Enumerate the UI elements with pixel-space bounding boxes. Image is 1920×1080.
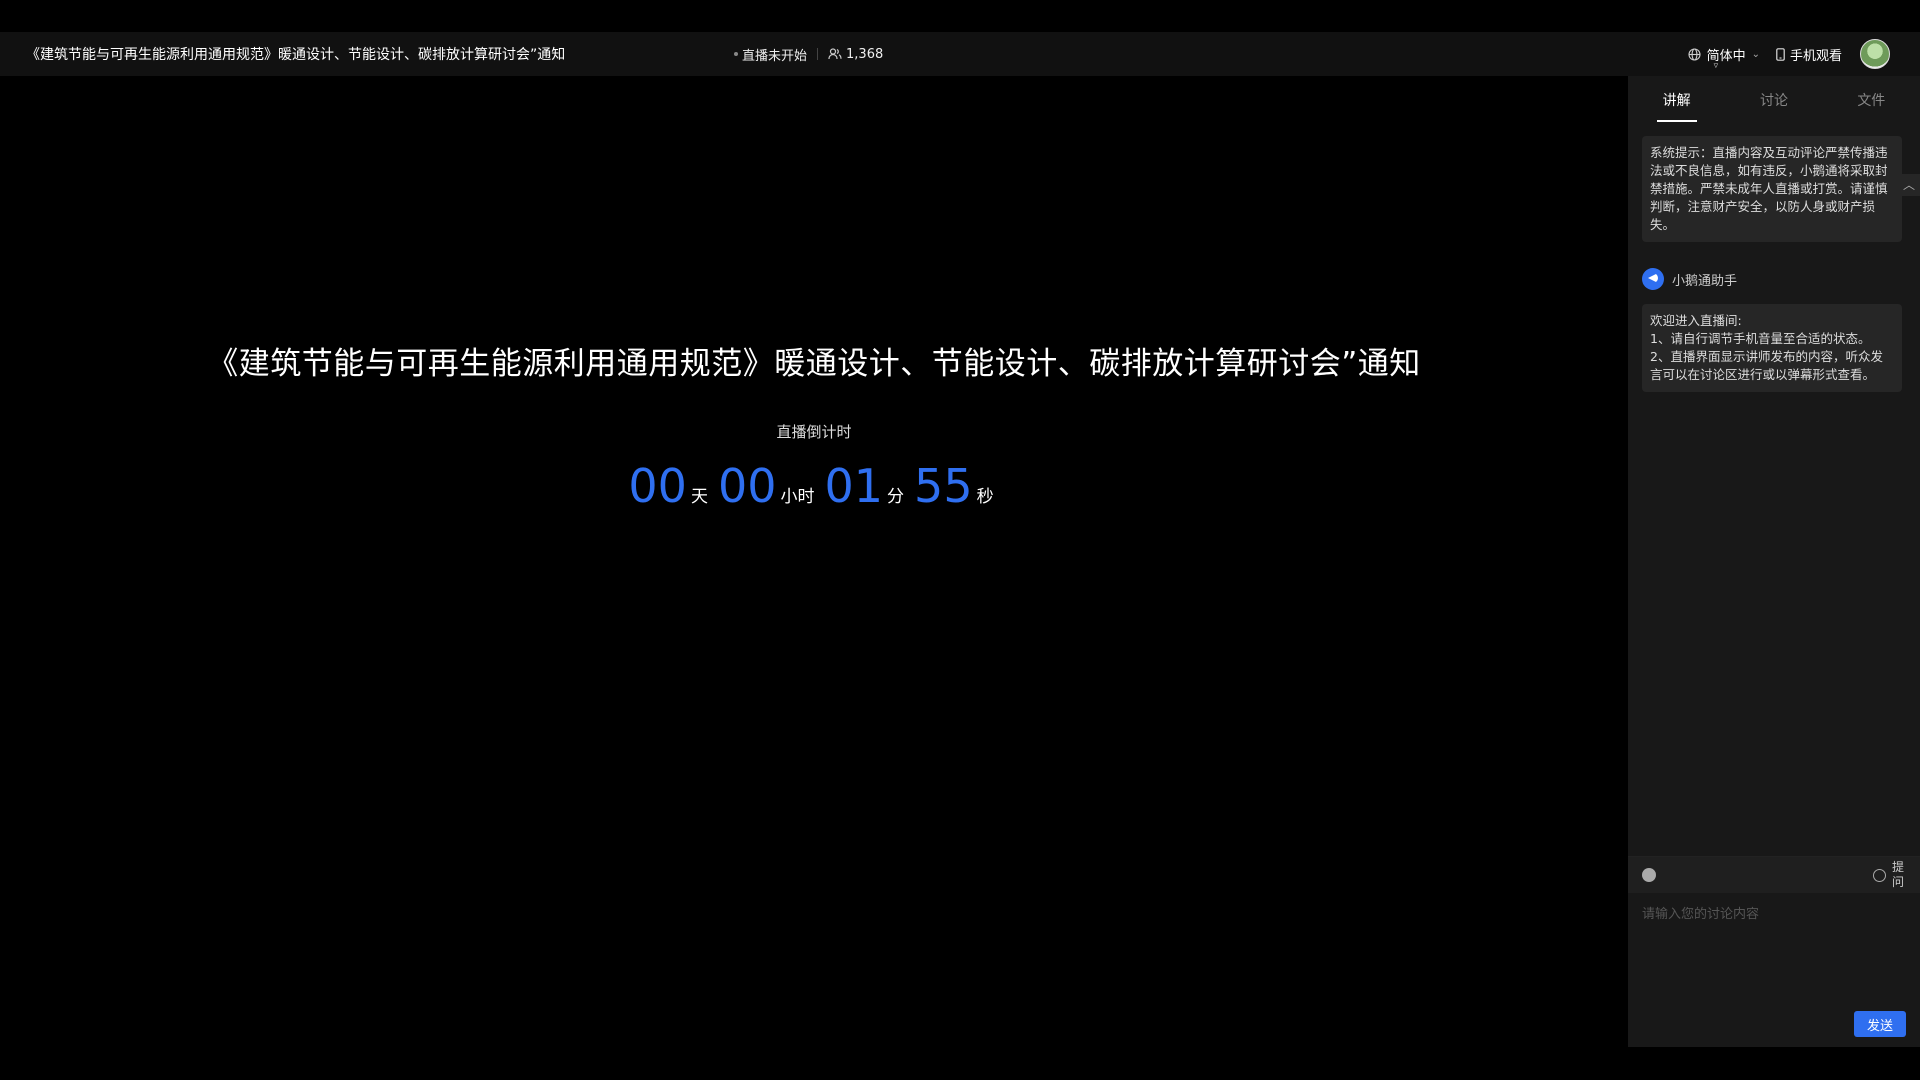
language-label: 简体中 xyxy=(1706,48,1746,64)
page-title: 《建筑节能与可再生能源利用通用规范》暖通设计、节能设计、碳排放计算研讨会”通知 xyxy=(207,346,1421,382)
system-notice: 系统提示：直播内容及互动评论严禁传播违法或不良信息，如有违反，小鹅通将采取封禁措… xyxy=(1642,136,1920,242)
countdown-minutes: 01 xyxy=(824,459,884,513)
tab-files[interactable]: 文件 xyxy=(1851,82,1891,118)
countdown-seconds: 55 xyxy=(914,459,973,513)
side-panel: 讲解 讨论 文件 系统提示：直播内容及互动评论严禁传播违法或不良信息，如有违反，… xyxy=(1628,76,1920,1047)
ask-question-toggle[interactable]: 提问 xyxy=(1873,860,1906,890)
radio-icon xyxy=(1873,868,1886,882)
tab-discussion[interactable]: 讨论 xyxy=(1754,82,1794,118)
countdown-timer: 00 天 00 小时 01 分 55 秒 xyxy=(0,459,1628,513)
users-icon xyxy=(828,48,842,60)
avatar[interactable] xyxy=(1860,39,1890,69)
language-selector[interactable]: 简体中 ⌄ ▿ xyxy=(1688,45,1760,71)
countdown-days: 00 xyxy=(628,459,687,513)
system-notice-text: 系统提示：直播内容及互动评论严禁传播违法或不良信息，如有违反，小鹅通将采取封禁措… xyxy=(1650,145,1888,232)
viewer-count: 1,368 xyxy=(828,47,883,62)
assistant-name: 小鹅通助手 xyxy=(1672,273,1738,289)
tab-lecture[interactable]: 讲解 xyxy=(1656,82,1697,122)
message-composer: 提问 请输入您的讨论内容 发送 xyxy=(1628,856,1920,1047)
globe-icon xyxy=(1688,47,1701,61)
discussion-input[interactable]: 请输入您的讨论内容 xyxy=(1628,893,1920,932)
top-bar: 《建筑节能与可再生能源利用通用规范》暖通设计、节能设计、碳排放计算研讨会”通知 … xyxy=(0,32,1920,76)
caret-icon: ▿ xyxy=(1713,60,1719,71)
phone-icon xyxy=(1776,47,1785,61)
countdown-minutes-unit: 分 xyxy=(887,487,905,507)
panel-tabs: 讲解 讨论 文件 xyxy=(1628,76,1920,124)
live-status: 直播未开始 1,368 xyxy=(734,45,883,64)
countdown-seconds-unit: 秒 xyxy=(976,487,994,507)
send-button[interactable]: 发送 xyxy=(1854,1011,1906,1037)
live-status-text: 直播未开始 xyxy=(742,48,808,64)
countdown-hours-unit: 小时 xyxy=(780,487,815,507)
composer-toolbar: 提问 xyxy=(1628,857,1920,893)
emoji-icon[interactable] xyxy=(1642,868,1656,882)
divider xyxy=(817,48,819,60)
countdown-hours: 00 xyxy=(717,459,777,513)
mobile-watch-label: 手机观看 xyxy=(1789,48,1842,64)
welcome-line: 2、直播界面显示讲师发布的内容，听众发言可以在讨论区进行或以弹幕形式查看。 xyxy=(1650,349,1883,382)
countdown-days-unit: 天 xyxy=(690,487,708,507)
countdown-label: 直播倒计时 xyxy=(776,423,852,441)
assistant-avatar-icon xyxy=(1642,268,1664,290)
welcome-line: 1、请自行调节手机音量至合适的状态。 xyxy=(1650,331,1871,346)
chevron-down-icon: ⌄ xyxy=(1751,48,1760,60)
ask-label: 提问 xyxy=(1892,860,1905,889)
mobile-watch-button[interactable]: 手机观看 xyxy=(1776,45,1842,64)
welcome-message: 欢迎进入直播间: 1、请自行调节手机音量至合适的状态。 2、直播界面显示讲师发布… xyxy=(1642,304,1902,392)
viewer-count-value: 1,368 xyxy=(846,46,884,62)
chevron-up-icon[interactable]: ︿ xyxy=(1898,174,1920,196)
player-area: 《建筑节能与可再生能源利用通用规范》暖通设计、节能设计、碳排放计算研讨会”通知 … xyxy=(0,76,1628,1080)
status-dot-icon xyxy=(734,52,738,56)
welcome-line: 欢迎进入直播间: xyxy=(1650,313,1742,328)
assistant-header: 小鹅通助手 xyxy=(1642,268,1906,290)
header-tools: 简体中 ⌄ ▿ 手机观看 xyxy=(1688,39,1890,71)
live-title: 《建筑节能与可再生能源利用通用规范》暖通设计、节能设计、碳排放计算研讨会”通知 xyxy=(26,47,566,63)
